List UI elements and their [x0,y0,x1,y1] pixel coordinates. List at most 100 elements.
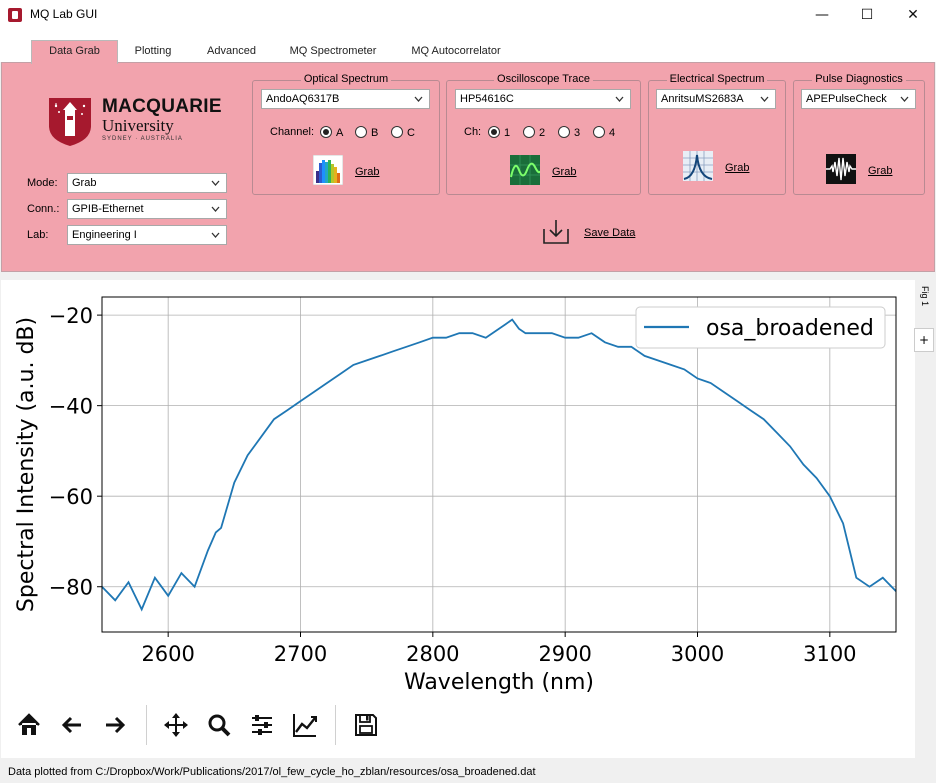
pulse-device-select[interactable]: APEPulseCheck [801,89,916,109]
oscilloscope-title: Oscilloscope Trace [494,73,593,85]
logo-wordmark: MACQUARIE [102,96,222,117]
scope-radio-3-label: 3 [574,127,581,139]
figure-tab[interactable]: Fig 1 [917,286,931,322]
electrical-spectrum-title: Electrical Spectrum [666,73,768,85]
esa-grab-label: Grab [725,162,750,174]
tab-data-grab[interactable]: Data Grab [31,40,118,64]
conn-select[interactable]: GPIB-Ethernet [67,199,227,219]
osa-grab-label: Grab [355,166,380,178]
save-icon[interactable] [353,712,379,738]
crest-icon [49,98,91,146]
download-icon [543,220,569,244]
tab-bar: Data Grab Plotting Advanced MQ Spectrome… [0,30,936,64]
osa-radio-b[interactable]: B [355,126,378,139]
lab-select[interactable]: Engineering I [67,225,227,245]
figure-tab-label: Fig 1 [920,286,930,307]
y-tick-label: −40 [49,395,93,419]
scope-device-select[interactable]: HP54616C [455,89,631,109]
close-button[interactable]: ✕ [890,0,936,30]
x-tick-label: 2600 [141,642,194,666]
tab-mq-spectrometer[interactable]: MQ Spectrometer [280,41,386,63]
chevron-down-icon [900,96,909,102]
scope-radio-3[interactable]: 3 [558,126,580,139]
scope-radio-4-label: 4 [609,127,616,139]
series-line-osa-broadened [101,318,897,612]
app-logo-icon [8,8,22,22]
scope-radio-4[interactable]: 4 [593,126,615,139]
edit-axes-icon[interactable] [292,712,318,738]
x-axis-label: Wavelength (nm) [404,670,594,695]
optical-spectrum-title: Optical Spectrum [300,73,392,85]
back-icon[interactable] [59,712,85,738]
radio-icon [391,126,403,138]
radio-icon [558,126,570,138]
esa-device-value: AnritsuMS2683A [661,93,744,105]
osa-radio-b-label: B [371,127,379,139]
minimize-button[interactable]: — [799,0,845,30]
spectrum-icon [313,155,343,185]
osa-radio-c[interactable]: C [391,126,415,139]
scope-radio-2[interactable]: 2 [523,126,545,139]
save-data-label: Save Data [584,227,636,239]
plot-canvas[interactable]: 2600 2700 2800 2900 3000 3100 −20 −40 −60 −80 Wave… [1,280,915,758]
tab-advanced[interactable]: Advanced [198,41,265,63]
osa-device-select[interactable]: AndoAQ6317B [261,89,430,109]
x-tick-label: 3100 [803,642,856,666]
pan-icon[interactable] [163,712,189,738]
zoom-icon[interactable] [206,712,232,738]
save-data-button[interactable]: Save Data [542,219,642,247]
scope-radio-2-label: 2 [539,127,546,139]
osa-radio-a[interactable]: A [320,126,343,139]
macquarie-logo: MACQUARIE University SYDNEY · AUSTRALIA [45,96,222,148]
osa-channel-label: Channel: [270,126,315,138]
pulse-diagnostics-title: Pulse Diagnostics [812,73,906,85]
x-tick-label: 2700 [274,642,327,666]
logo-subtitle: University [102,116,174,135]
radio-icon [593,126,605,138]
oscilloscope-icon [510,155,540,185]
y-axis-label: Spectral Intensity (a.u. dB) [14,317,39,612]
osa-device-value: AndoAQ6317B [266,93,340,105]
radio-selected-icon [488,126,500,138]
window-title: MQ Lab GUI [30,7,98,21]
pulse-grab-button[interactable]: Grab [826,154,896,186]
radio-selected-icon [320,126,332,138]
chevron-down-icon [760,96,769,102]
toolbar-separator [146,705,147,745]
configure-subplots-icon[interactable] [249,712,275,738]
chevron-down-icon [211,232,220,238]
toolbar-separator [335,705,336,745]
lab-value: Engineering I [72,229,137,241]
spectrum-chart: 2600 2700 2800 2900 3000 3100 −20 −40 −60 −80 Wave… [14,296,897,695]
chevron-down-icon [211,206,220,212]
mode-label: Mode: [27,177,58,189]
scope-grab-label: Grab [552,166,577,178]
add-figure-button[interactable]: + [914,328,934,352]
tab-plotting[interactable]: Plotting [125,41,181,63]
title-bar: MQ Lab GUI — ☐ ✕ [0,0,936,30]
osa-radio-a-label: A [336,127,344,139]
y-tick-label: −80 [49,576,93,600]
home-icon[interactable] [16,712,42,738]
radio-icon [523,126,535,138]
scope-device-value: HP54616C [460,93,514,105]
scope-radio-1-label: 1 [504,127,511,139]
maximize-button[interactable]: ☐ [844,0,890,30]
osa-grab-button[interactable]: Grab [313,155,383,187]
tab-mq-autocorrelator[interactable]: MQ Autocorrelator [400,41,512,63]
conn-label: Conn.: [27,203,60,215]
scope-grab-button[interactable]: Grab [510,155,580,187]
chevron-down-icon [615,96,624,102]
scope-channel-label: Ch: [464,126,482,138]
esa-device-select[interactable]: AnritsuMS2683A [656,89,776,109]
esa-grab-button[interactable]: Grab [683,151,753,183]
pulse-device-value: APEPulseCheck [806,93,887,105]
forward-icon[interactable] [102,712,128,738]
radio-icon [355,126,367,138]
y-tick-label: −60 [49,485,93,509]
lab-label: Lab: [27,229,49,241]
pulse-grab-label: Grab [868,165,893,177]
mode-select[interactable]: Grab [67,173,227,193]
scope-radio-1[interactable]: 1 [488,126,510,139]
chevron-down-icon [211,180,220,186]
